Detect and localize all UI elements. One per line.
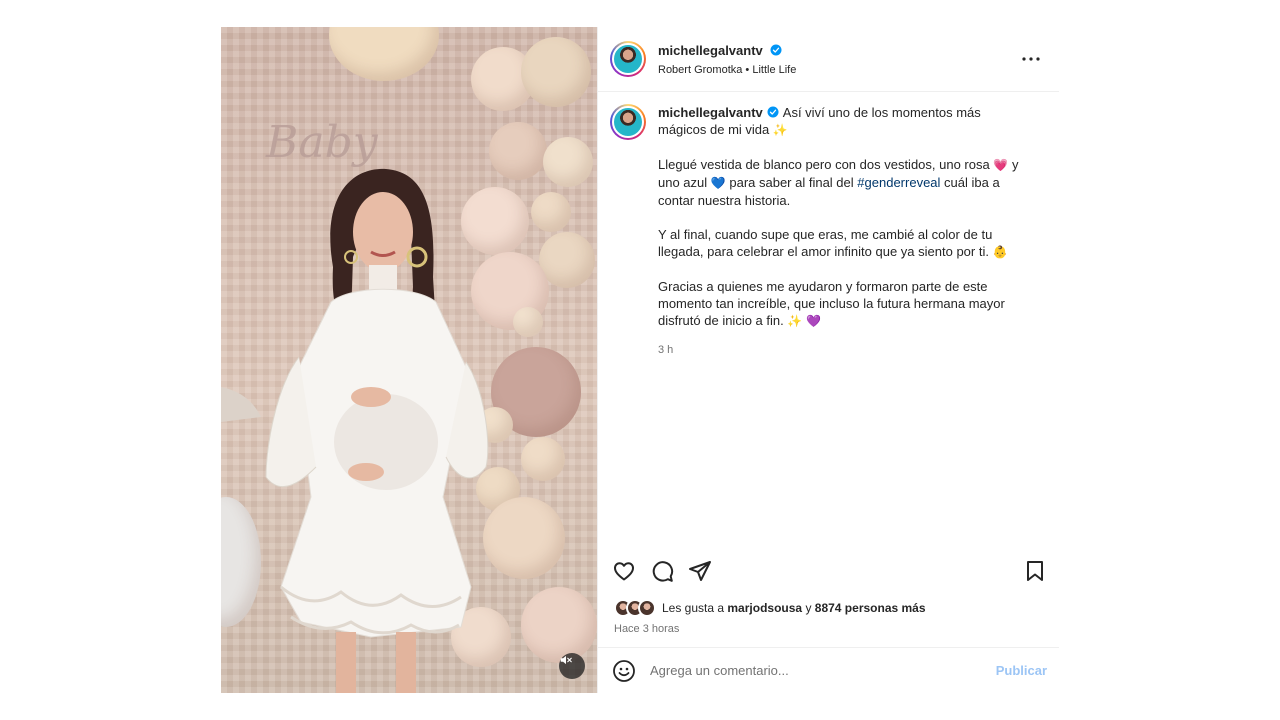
instagram-post: Baby A	[221, 27, 1059, 693]
more-options-icon	[1022, 57, 1040, 61]
caption-avatar[interactable]	[610, 104, 646, 140]
baby-icon: 👶	[992, 245, 1008, 259]
pink-heart-icon: 💗	[993, 158, 1009, 172]
caption-p4: Gracias a quienes me ayudaron y formaron…	[658, 279, 1005, 328]
publish-button[interactable]: Publicar	[996, 663, 1047, 678]
svg-text:Baby: Baby	[265, 117, 379, 168]
likes-prefix: Les gusta a	[662, 601, 725, 615]
caption-time[interactable]: 3 h	[658, 342, 1028, 359]
liker-username[interactable]: marjodsousa	[727, 601, 802, 615]
sparkles-icon: ✨	[772, 123, 788, 137]
caption-p2-a: Llegué vestida de blanco pero con dos ve…	[658, 157, 990, 172]
audio-muted-icon	[560, 655, 572, 665]
avatar[interactable]	[610, 41, 646, 77]
purple-heart-icon: 💜	[805, 314, 821, 328]
liker-avatars[interactable]	[614, 599, 656, 617]
hashtag-link[interactable]: #genderreveal	[857, 175, 940, 190]
mute-button[interactable]	[559, 653, 585, 679]
likes-others-count[interactable]: 8874 personas más	[815, 601, 926, 615]
comment-box: Publicar	[598, 647, 1059, 693]
likes-summary: Les gusta a marjodsousa y 8874 personas …	[598, 597, 1059, 619]
save-bookmark-icon[interactable]	[1023, 559, 1047, 583]
verified-badge-icon	[770, 44, 782, 56]
audio-link[interactable]: Robert Gromotka • Little Life	[658, 64, 1019, 76]
post-timestamp[interactable]: Hace 3 horas	[598, 619, 1059, 647]
post-sidebar: michellegalvantv Robert Gromotka • Littl…	[597, 27, 1059, 693]
like-heart-icon[interactable]	[612, 559, 636, 583]
post-video[interactable]: Baby A	[221, 27, 597, 693]
post-header: michellegalvantv Robert Gromotka • Littl…	[598, 27, 1059, 92]
caption-area: michellegalvantv Así viví uno de los mome…	[598, 92, 1059, 545]
sparkles-icon: ✨	[787, 314, 803, 328]
caption-p2-c: para saber al final del	[729, 175, 854, 190]
blue-heart-icon: 💙	[710, 176, 726, 190]
video-frame-illustration: Baby A	[221, 117, 489, 693]
caption-username[interactable]: michellegalvantv	[658, 105, 763, 120]
emoji-icon[interactable]	[612, 659, 636, 683]
username-link[interactable]: michellegalvantv	[658, 43, 763, 58]
likes-connector: y	[805, 601, 812, 615]
verified-badge-icon	[767, 106, 779, 118]
more-options-button[interactable]	[1019, 47, 1043, 71]
action-bar	[598, 545, 1059, 597]
comment-input[interactable]	[650, 663, 996, 678]
comment-icon[interactable]	[650, 559, 674, 583]
liker-avatar	[638, 599, 656, 617]
caption: michellegalvantv Así viví uno de los mome…	[658, 104, 1028, 545]
share-send-icon[interactable]	[688, 559, 712, 583]
caption-p3: Y al final, cuando supe que eras, me cam…	[658, 227, 993, 259]
